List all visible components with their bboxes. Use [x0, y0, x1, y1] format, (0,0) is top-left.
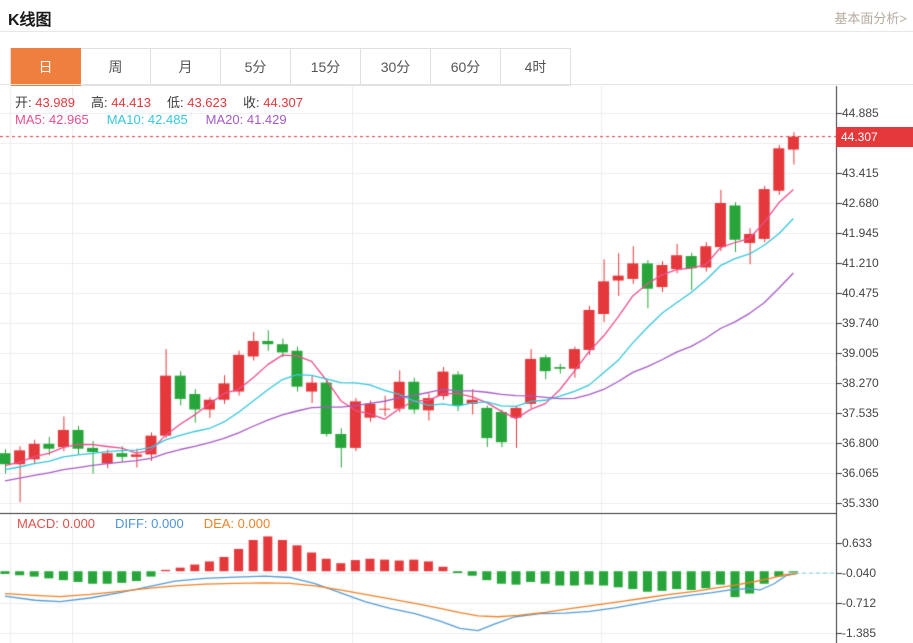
quote-row-item: 低: 43.623	[167, 95, 227, 110]
ma-legend-row: MA5: 42.965 MA10: 42.485 MA20: 41.429	[15, 112, 305, 127]
title-divider	[0, 31, 913, 32]
period-tab-30分[interactable]: 30分	[361, 48, 431, 86]
macd-row-item: DEA: 0.000	[204, 516, 271, 531]
macd-tick-label: -0.040	[842, 565, 876, 581]
price-tick-label: 43.415	[842, 165, 879, 181]
price-tick-label: 39.740	[842, 315, 879, 331]
macd-row-item: DIFF: 0.000	[115, 516, 184, 531]
quote-row-item: 开: 43.989	[15, 95, 75, 110]
quote-row-item: 高: 44.413	[91, 95, 151, 110]
period-tab-5分[interactable]: 5分	[221, 48, 291, 86]
period-tab-strip: 日周月5分15分30分60分4时	[10, 48, 571, 86]
price-tick-label: 41.210	[842, 255, 879, 271]
price-tick-label: 35.330	[842, 495, 879, 511]
period-tab-60分[interactable]: 60分	[431, 48, 501, 86]
macd-row-item: MACD: 0.000	[17, 516, 95, 531]
tab-strip-underline	[0, 84, 913, 85]
price-tick-label: 37.535	[842, 405, 879, 421]
price-tick-label: 44.885	[842, 105, 879, 121]
price-tick-label: 40.475	[842, 285, 879, 301]
price-tick-label: 39.005	[842, 345, 879, 361]
period-tab-周[interactable]: 周	[81, 48, 151, 86]
ma-row-item: MA5: 42.965	[15, 112, 89, 127]
current-price-badge: 44.307	[836, 127, 913, 147]
price-tick-label: 41.945	[842, 225, 879, 241]
quote-row-item: 收: 44.307	[243, 95, 303, 110]
period-tab-15分[interactable]: 15分	[291, 48, 361, 86]
macd-tick-label: -1.385	[842, 625, 876, 641]
period-tab-4时[interactable]: 4时	[501, 48, 571, 86]
ma-row-item: MA10: 42.485	[107, 112, 188, 127]
period-tab-月[interactable]: 月	[151, 48, 221, 86]
macd-tick-label: 0.633	[842, 535, 872, 551]
price-tick-label: 38.270	[842, 375, 879, 391]
price-tick-label: 36.065	[842, 465, 879, 481]
fundamental-analysis-link[interactable]: 基本面分析>	[834, 8, 907, 27]
kline-page: K线图 基本面分析> 日周月5分15分30分60分4时 开: 43.989 高: …	[0, 0, 913, 643]
macd-tick-label: -0.712	[842, 595, 876, 611]
price-tick-label: 42.680	[842, 195, 879, 211]
price-tick-label: 36.800	[842, 435, 879, 451]
macd-legend-row: MACD: 0.000 DIFF: 0.000 DEA: 0.000	[17, 516, 290, 531]
ma-row-item: MA20: 41.429	[206, 112, 287, 127]
period-tab-日[interactable]: 日	[11, 48, 81, 86]
page-title: K线图	[8, 6, 52, 30]
ohlc-readout-row: 开: 43.989 高: 44.413 低: 43.623 收: 44.307	[15, 92, 319, 111]
